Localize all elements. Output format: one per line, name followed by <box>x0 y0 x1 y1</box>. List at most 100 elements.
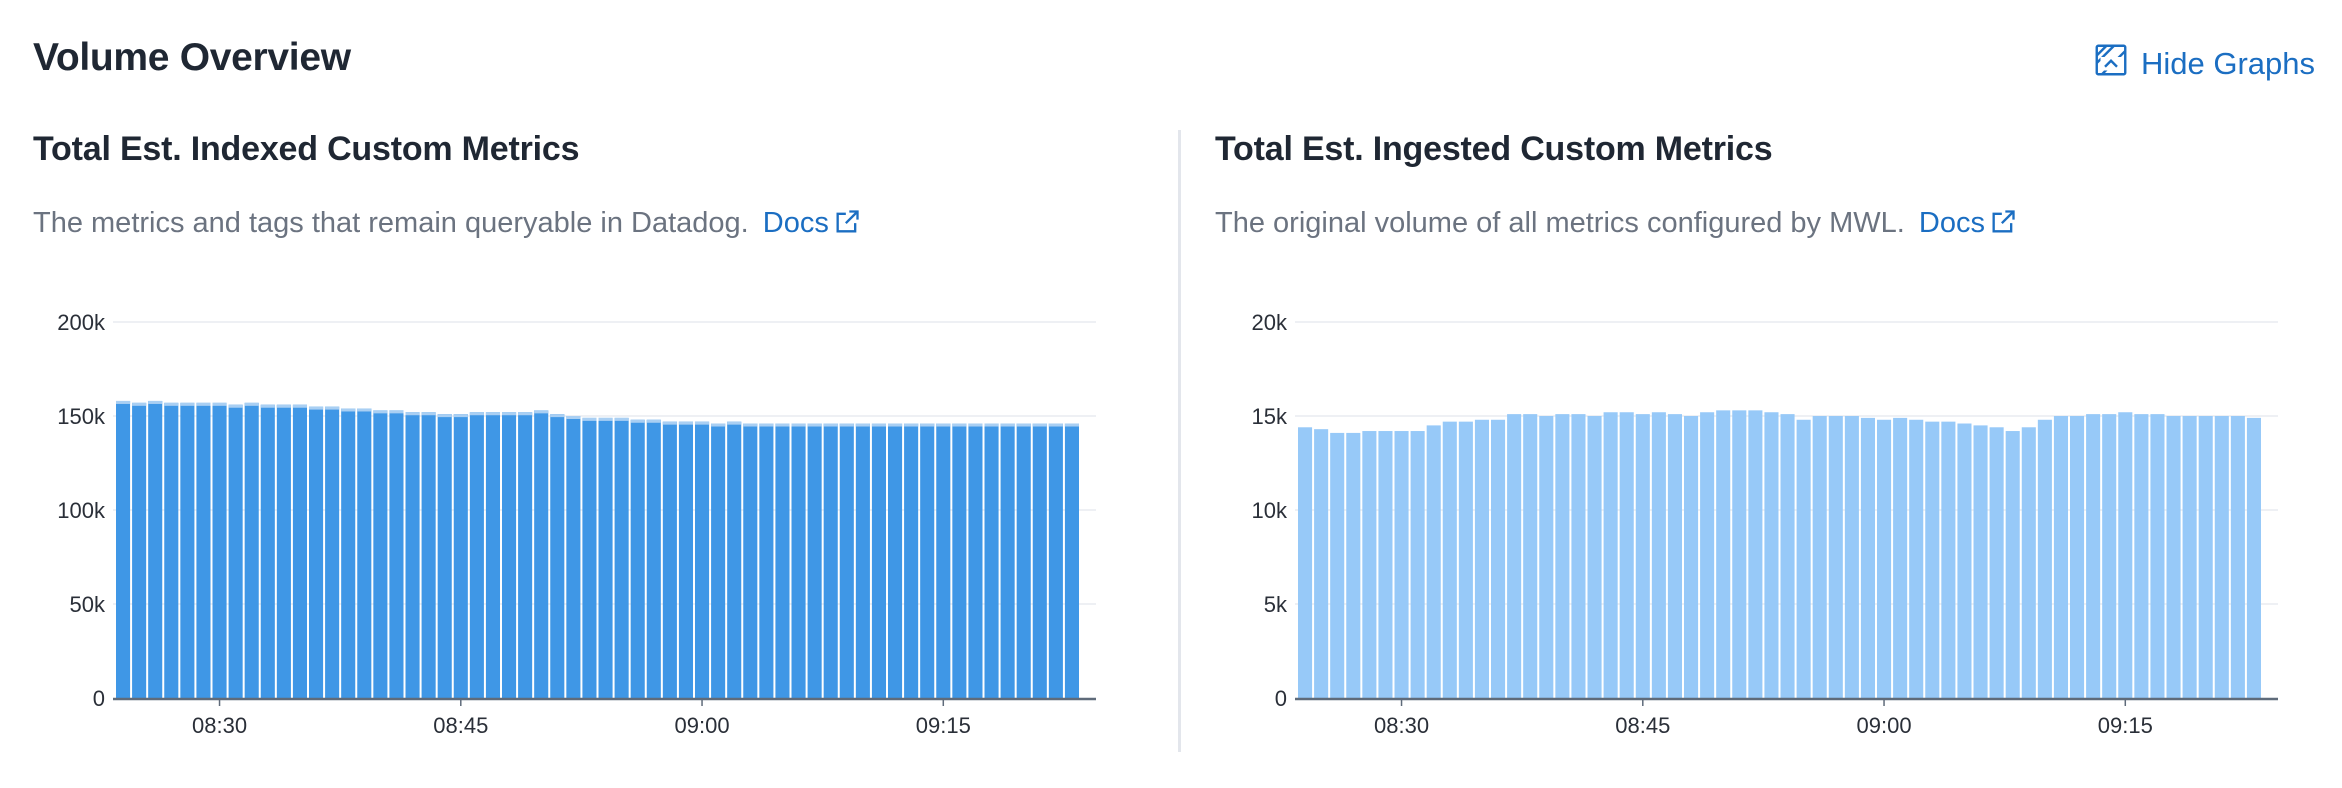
bar[interactable] <box>1635 414 1650 698</box>
bar[interactable] <box>1539 416 1554 698</box>
bar[interactable] <box>1828 416 1843 698</box>
bar[interactable] <box>1362 431 1377 698</box>
bar[interactable] <box>2021 427 2036 698</box>
bar[interactable] <box>2037 419 2052 698</box>
bar[interactable] <box>164 402 179 698</box>
bar[interactable] <box>1298 427 1313 698</box>
bar[interactable] <box>775 423 790 698</box>
bar[interactable] <box>1016 423 1031 698</box>
bar[interactable] <box>1330 432 1345 698</box>
bar[interactable] <box>389 410 404 698</box>
bar[interactable] <box>1587 416 1602 698</box>
bar[interactable] <box>485 412 500 698</box>
bar[interactable] <box>1860 417 1875 698</box>
bar[interactable] <box>132 402 147 698</box>
bar[interactable] <box>1748 410 1763 698</box>
bar[interactable] <box>2182 416 2197 698</box>
bar[interactable] <box>1314 429 1329 698</box>
bar[interactable] <box>646 419 661 698</box>
bar[interactable] <box>2102 414 2117 698</box>
bar[interactable] <box>244 402 259 698</box>
bar[interactable] <box>711 423 726 698</box>
bar[interactable] <box>1346 432 1361 698</box>
bar[interactable] <box>727 421 742 698</box>
bar[interactable] <box>2214 416 2229 698</box>
bar[interactable] <box>373 410 388 698</box>
bar[interactable] <box>2166 416 2181 698</box>
bar[interactable] <box>1523 414 1538 698</box>
bar[interactable] <box>936 423 951 698</box>
bar[interactable] <box>2134 414 2149 698</box>
bar[interactable] <box>743 423 758 698</box>
bar[interactable] <box>1667 414 1682 698</box>
bar[interactable] <box>1442 421 1457 698</box>
bar[interactable] <box>2053 416 2068 698</box>
bar[interactable] <box>1909 419 1924 698</box>
bar[interactable] <box>1651 412 1666 698</box>
bar[interactable] <box>518 412 533 698</box>
bar[interactable] <box>1957 423 1972 698</box>
bar[interactable] <box>453 414 468 698</box>
bar[interactable] <box>1555 414 1570 698</box>
bar[interactable] <box>920 423 935 698</box>
bar[interactable] <box>148 400 163 698</box>
bar[interactable] <box>566 416 581 698</box>
bar[interactable] <box>2246 417 2261 698</box>
bar[interactable] <box>2150 414 2165 698</box>
bar[interactable] <box>791 423 806 698</box>
bar[interactable] <box>405 412 420 698</box>
bar[interactable] <box>309 406 324 698</box>
bar[interactable] <box>759 423 774 698</box>
bar[interactable] <box>952 423 967 698</box>
bar[interactable] <box>614 417 629 698</box>
bar[interactable] <box>1571 414 1586 698</box>
bar[interactable] <box>871 423 886 698</box>
bar[interactable] <box>292 404 307 698</box>
bar[interactable] <box>2086 414 2101 698</box>
docs-link[interactable]: Docs <box>1919 207 2017 239</box>
bar[interactable] <box>904 423 919 698</box>
bar[interactable] <box>1989 427 2004 698</box>
bar[interactable] <box>1796 419 1811 698</box>
bar[interactable] <box>1474 419 1489 698</box>
bar[interactable] <box>469 412 484 698</box>
bar[interactable] <box>630 419 645 698</box>
bar[interactable] <box>196 402 211 698</box>
bar[interactable] <box>1458 421 1473 698</box>
bar[interactable] <box>678 421 693 698</box>
bar[interactable] <box>855 423 870 698</box>
bar[interactable] <box>325 406 340 698</box>
hide-graphs-button[interactable]: Hide Graphs <box>2093 42 2315 86</box>
bar[interactable] <box>839 423 854 698</box>
bar[interactable] <box>116 400 131 698</box>
bar[interactable] <box>1394 431 1409 698</box>
bar[interactable] <box>1619 412 1634 698</box>
bar[interactable] <box>1048 423 1063 698</box>
bar[interactable] <box>582 417 597 698</box>
bar[interactable] <box>341 408 356 698</box>
bar[interactable] <box>2118 412 2133 698</box>
bar[interactable] <box>888 423 903 698</box>
docs-link[interactable]: Docs <box>763 207 861 239</box>
bar[interactable] <box>212 402 227 698</box>
bar[interactable] <box>1893 417 1908 698</box>
bar[interactable] <box>1941 421 1956 698</box>
bar[interactable] <box>662 421 677 698</box>
bar[interactable] <box>1491 419 1506 698</box>
bar[interactable] <box>1844 416 1859 698</box>
bar[interactable] <box>695 421 710 698</box>
bar[interactable] <box>357 408 372 698</box>
bar[interactable] <box>1780 414 1795 698</box>
bar[interactable] <box>1378 431 1393 698</box>
bar[interactable] <box>180 402 195 698</box>
bar[interactable] <box>260 404 275 698</box>
bar[interactable] <box>823 423 838 698</box>
bar[interactable] <box>1684 416 1699 698</box>
bar[interactable] <box>1507 414 1522 698</box>
bar[interactable] <box>2198 416 2213 698</box>
bar[interactable] <box>984 423 999 698</box>
bar[interactable] <box>1410 431 1425 698</box>
bar[interactable] <box>2230 416 2245 698</box>
bar[interactable] <box>1700 412 1715 698</box>
bar[interactable] <box>2070 416 2085 698</box>
